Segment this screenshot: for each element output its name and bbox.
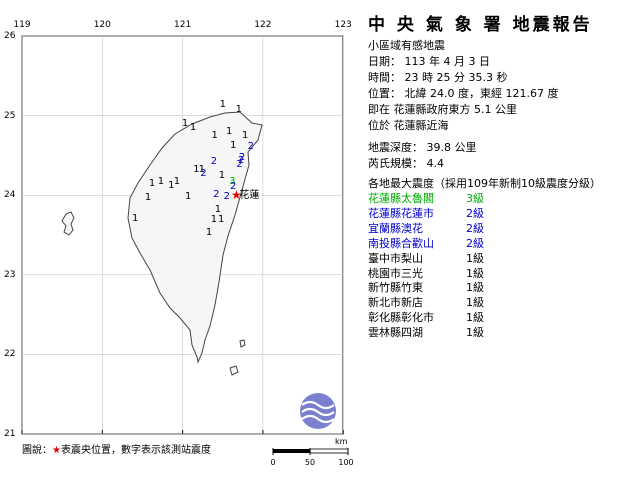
intensity-area: 臺中市梨山 bbox=[368, 251, 423, 265]
lon-label: 122 bbox=[254, 20, 272, 30]
intensity-area: 花蓮縣花蓮市 bbox=[368, 206, 434, 220]
station-intensity: 1 bbox=[205, 227, 213, 239]
station-intensity: 2 bbox=[247, 141, 255, 153]
map-legend: 圖說：★表震央位置，數字表示該測站震度 bbox=[22, 441, 211, 456]
station-intensity: 1 bbox=[230, 139, 237, 151]
intensity-level: 2級 bbox=[466, 206, 484, 220]
intensity-area: 花蓮縣太魯閣 bbox=[368, 192, 434, 205]
station-intensity: 2 bbox=[213, 189, 220, 201]
station-intensity: 1 bbox=[181, 117, 189, 129]
map-canvas bbox=[21, 35, 349, 455]
intensity-level: 3級 bbox=[466, 192, 484, 205]
scale-tick-100: 100 bbox=[338, 458, 354, 467]
intensity-list: 花蓮縣太魯閣 3級 花蓮縣花蓮市 2級 宜蘭縣澳花 2級 南投縣合歡山 2級 臺中市梨山 1級 桃園… bbox=[368, 192, 640, 341]
lat-label: 25 bbox=[4, 110, 16, 121]
station-intensity: 1 bbox=[242, 130, 249, 142]
station-intensity: 1 bbox=[157, 175, 165, 187]
station-intensity: 1 bbox=[211, 129, 218, 141]
intensity-row: 臺中市梨山 1級 bbox=[368, 252, 640, 267]
lat-label: 21 bbox=[4, 429, 16, 439]
legend-prefix: 圖說： bbox=[22, 445, 52, 456]
station-intensity: 2 bbox=[210, 155, 218, 167]
intensity-area: 桃園市三光 bbox=[368, 266, 423, 280]
report-relative-location: 即在 花蓮縣政府東方 5.1 公里 bbox=[368, 103, 517, 116]
legend-star-icon: ★ bbox=[52, 445, 61, 456]
intensity-area: 新竹縣竹東 bbox=[368, 281, 423, 295]
station-intensity: 1 bbox=[189, 122, 197, 134]
station-intensity: 1 bbox=[235, 104, 242, 116]
station-intensity: 2 bbox=[200, 167, 207, 179]
report-subtitle: 小區域有感地震 bbox=[368, 39, 445, 52]
epicenter-label: 花蓮 bbox=[239, 190, 260, 202]
station-intensity: 2 bbox=[236, 158, 243, 170]
intensity-level: 2級 bbox=[466, 221, 484, 235]
lat-label: 24 bbox=[4, 190, 16, 201]
intensity-row: 新竹縣竹東 1級 bbox=[368, 281, 640, 296]
report-time: 時間： 23 時 25 分 35.3 秒 bbox=[368, 71, 508, 84]
lon-label: 119 bbox=[13, 20, 31, 30]
intensity-row: 新北市新店 1級 bbox=[368, 296, 640, 311]
station-intensity: 1 bbox=[185, 190, 192, 202]
intensity-level: 1級 bbox=[466, 281, 484, 295]
legend-text: 表震央位置，數字表示該測站震度 bbox=[60, 445, 211, 456]
station-intensity: 1 bbox=[219, 99, 226, 111]
intensity-level: 1級 bbox=[466, 296, 484, 310]
intensity-level: 2級 bbox=[466, 236, 484, 250]
intensity-row: 宜蘭縣澳花 2級 bbox=[368, 222, 640, 237]
report-depth: 地震深度： 39.8 公里 bbox=[368, 141, 477, 154]
lon-label: 121 bbox=[174, 20, 192, 30]
intensity-area: 雲林縣四湖 bbox=[368, 326, 423, 340]
scale-unit: km bbox=[335, 437, 348, 446]
scale-bar bbox=[272, 448, 349, 455]
intensity-row: 桃園市三光 1級 bbox=[368, 267, 640, 282]
lon-label: 123 bbox=[334, 20, 352, 30]
report-title: 中 央 氣 象 署 地震報告 bbox=[368, 15, 593, 35]
earthquake-report: 中 央 氣 象 署 地震報告 小區域有感地震 日期： 113 年 4 月 3 日… bbox=[368, 14, 640, 341]
intensity-row: 雲林縣四湖 1級 bbox=[368, 326, 640, 341]
station-intensity: 1 bbox=[217, 213, 225, 225]
station-intensity: 1 bbox=[132, 213, 139, 225]
station-intensity: 2 bbox=[223, 190, 230, 202]
intensity-row: 花蓮縣太魯閣 3級 bbox=[368, 192, 640, 207]
intensity-area: 宜蘭縣澳花 bbox=[368, 221, 423, 235]
station-intensity: 1 bbox=[210, 213, 218, 225]
intensity-level: 1級 bbox=[466, 251, 484, 265]
lat-label: 22 bbox=[4, 349, 16, 360]
intensity-row: 彰化縣彰化市 1級 bbox=[368, 311, 640, 326]
report-date: 日期： 113 年 4 月 3 日 bbox=[368, 55, 490, 68]
report-magnitude: 芮氏規模： 4.4 bbox=[368, 157, 444, 170]
scale-tick-0: 0 bbox=[270, 458, 276, 467]
scale-tick-50: 50 bbox=[304, 458, 316, 467]
station-intensity: 1 bbox=[168, 179, 175, 191]
intensity-area: 南投縣合歡山 bbox=[368, 236, 434, 250]
station-intensity: 1 bbox=[144, 192, 152, 204]
report-region: 位於 花蓮縣近海 bbox=[368, 119, 449, 132]
cwa-logo-icon bbox=[300, 393, 336, 429]
report-location: 位置： 北緯 24.0 度，東經 121.67 度 bbox=[368, 87, 559, 100]
intensity-level: 1級 bbox=[466, 266, 484, 280]
lat-label: 26 bbox=[4, 31, 16, 41]
intensity-level: 1級 bbox=[466, 326, 484, 340]
station-intensity: 1 bbox=[173, 175, 181, 187]
station-intensity: 1 bbox=[225, 125, 233, 137]
lat-label: 23 bbox=[4, 269, 16, 280]
intensity-row: 南投縣合歡山 2級 bbox=[368, 237, 640, 252]
intensity-level: 1級 bbox=[466, 311, 484, 325]
intensity-header: 各地最大震度（採用109年新制10級震度分級） bbox=[368, 177, 601, 190]
intensity-area: 彰化縣彰化市 bbox=[368, 311, 434, 325]
lon-label: 120 bbox=[93, 20, 111, 30]
intensity-map: 119 120 121 122 123 26 25 24 23 22 21 11111112122… bbox=[0, 0, 365, 480]
station-intensity: 1 bbox=[148, 178, 156, 190]
intensity-area: 新北市新店 bbox=[368, 296, 423, 310]
intensity-row: 花蓮縣花蓮市 2級 bbox=[368, 207, 640, 222]
station-intensity: 1 bbox=[218, 170, 226, 182]
